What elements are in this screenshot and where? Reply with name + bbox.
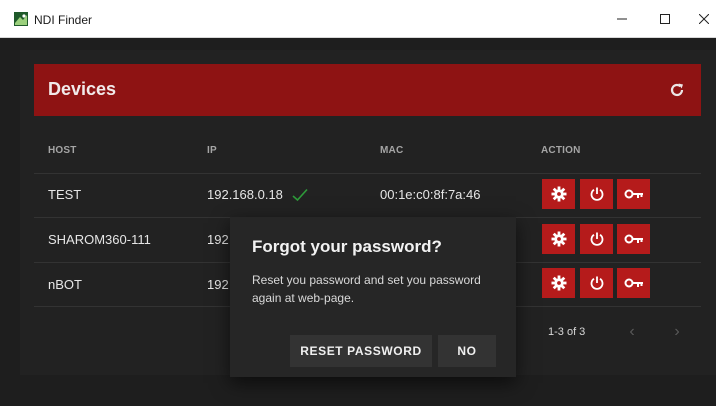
password-button[interactable]	[617, 224, 650, 254]
host-cell: nBOT	[48, 277, 82, 292]
gear-icon	[551, 275, 567, 291]
pagination-range: 1-3 of 3	[548, 326, 586, 338]
mac-cell: 00:1e:c0:8f:7a:46	[380, 187, 481, 202]
dialog-title: Forgot your password?	[252, 237, 442, 256]
no-button[interactable]: NO	[438, 335, 496, 367]
devices-title: Devices	[48, 79, 117, 99]
ip-cell: 192	[207, 232, 229, 247]
row-divider	[34, 173, 701, 174]
maximize-button[interactable]	[643, 0, 687, 38]
gear-icon	[551, 231, 567, 247]
window-title: NDI Finder	[34, 13, 93, 27]
maximize-icon	[660, 14, 670, 24]
column-header-action: ACTION	[541, 145, 581, 156]
power-icon	[589, 275, 605, 291]
ip-cell: 192.168.0.18	[207, 187, 283, 202]
key-icon	[624, 233, 644, 245]
host-cell: TEST	[48, 187, 82, 202]
ip-cell: 192	[207, 277, 229, 292]
title-bar: NDI Finder	[0, 0, 716, 38]
password-button[interactable]	[617, 179, 650, 209]
minimize-button[interactable]	[600, 0, 644, 38]
gear-icon	[551, 186, 567, 202]
close-icon	[699, 14, 709, 24]
column-header-host[interactable]: HOST	[48, 145, 77, 156]
chevron-right-icon: ›	[674, 323, 680, 340]
key-icon	[624, 188, 644, 200]
refresh-icon	[670, 83, 684, 97]
settings-button[interactable]	[542, 179, 575, 209]
next-page-button[interactable]: ›	[667, 322, 687, 342]
close-button[interactable]	[682, 0, 716, 38]
host-cell: SHAROM360-111	[48, 232, 151, 247]
column-header-ip[interactable]: IP	[207, 145, 217, 156]
reset-password-button[interactable]: RESET PASSWORD	[290, 335, 432, 367]
check-icon	[292, 188, 308, 202]
power-button[interactable]	[580, 268, 613, 298]
power-button[interactable]	[580, 179, 613, 209]
dialog-message: Reset you password and set you password …	[252, 273, 481, 305]
ndi-app-icon	[14, 12, 28, 26]
devices-header: Devices	[34, 64, 701, 116]
settings-button[interactable]	[542, 268, 575, 298]
key-icon	[624, 277, 644, 289]
power-icon	[589, 231, 605, 247]
refresh-button[interactable]	[664, 77, 690, 103]
settings-button[interactable]	[542, 224, 575, 254]
power-button[interactable]	[580, 224, 613, 254]
minimize-icon	[617, 18, 627, 20]
prev-page-button[interactable]: ‹	[622, 322, 642, 342]
forgot-password-dialog: Forgot your password? Reset you password…	[230, 217, 516, 377]
column-header-mac[interactable]: MAC	[380, 145, 403, 156]
password-button[interactable]	[617, 268, 650, 298]
power-icon	[589, 186, 605, 202]
chevron-left-icon: ‹	[629, 323, 635, 340]
